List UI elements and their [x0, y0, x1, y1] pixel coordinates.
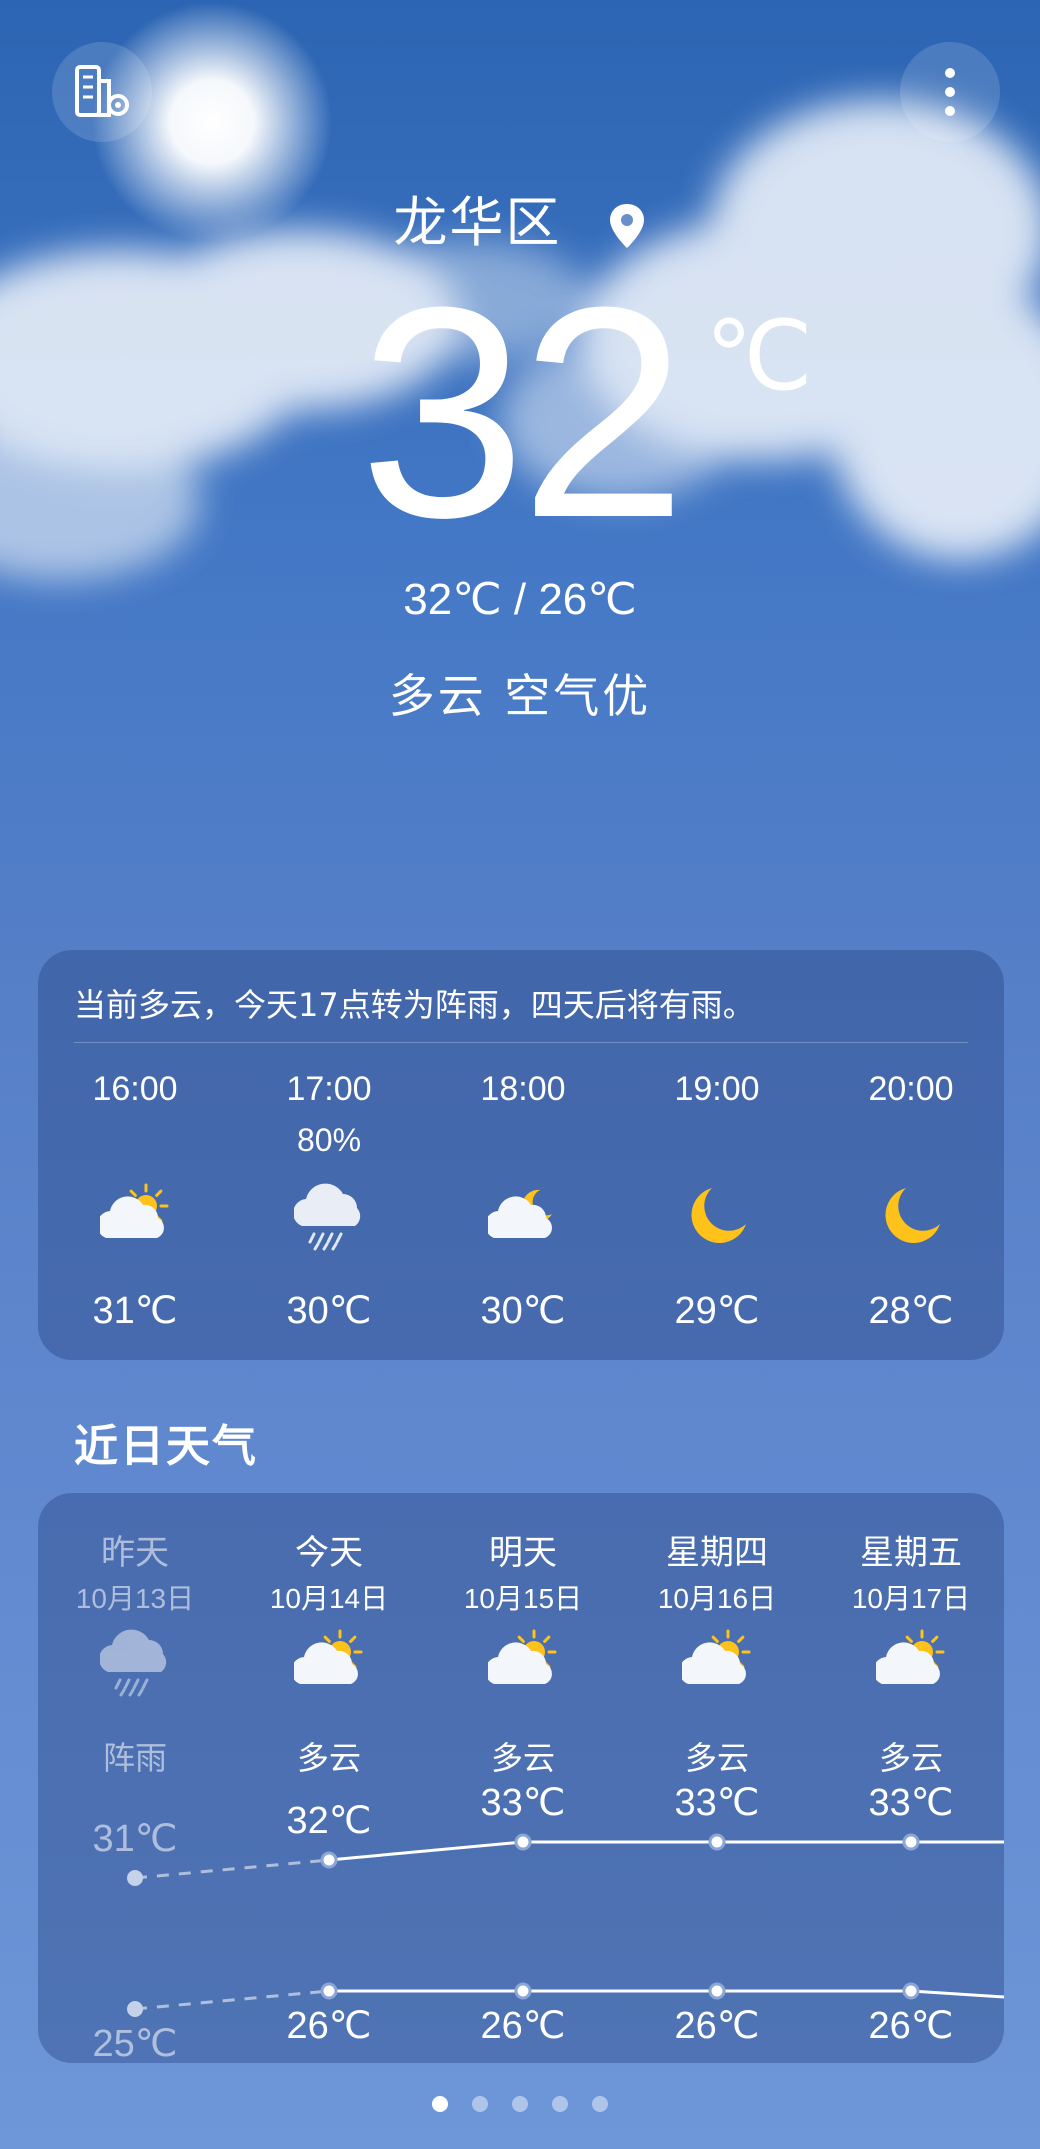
low-point [320, 1982, 338, 2000]
page-dot[interactable] [432, 2096, 448, 2112]
hour-temp: 28℃ [868, 1290, 954, 1332]
hour-time: 19:00 [674, 1070, 760, 1108]
city-manage-button[interactable] [52, 42, 152, 142]
divider [74, 1042, 968, 1043]
low-point [708, 1982, 726, 2000]
hour-time: 20:00 [868, 1070, 954, 1108]
low-temp: 26℃ [674, 2005, 760, 2047]
temperature-trend-chart [127, 1833, 1004, 2017]
hour-temp: 30℃ [480, 1290, 566, 1332]
page-indicator [0, 2096, 1040, 2116]
recent-weather-title: 近日天气 [74, 1421, 258, 1472]
high-temp: 32℃ [286, 1800, 372, 1842]
moon-icon [682, 1182, 752, 1252]
partly-cloudy-day-icon [97, 1182, 170, 1252]
current-temperature: 32 [359, 244, 687, 580]
high-point [320, 1851, 338, 1869]
temperature-unit: ℃ [705, 303, 813, 410]
more-vertical-icon [945, 68, 955, 116]
low-temp: 25℃ [92, 2023, 178, 2063]
building-gear-icon [75, 65, 129, 117]
partly-cloudy-night-icon [485, 1182, 558, 1252]
high-point [708, 1833, 726, 1851]
hour-time: 17:00 [286, 1070, 372, 1108]
more-options-button[interactable] [900, 42, 1000, 142]
low-point [514, 1982, 532, 2000]
precip-chance: 80% [296, 1122, 362, 1158]
high-temp: 33℃ [480, 1782, 566, 1824]
hour-time: 18:00 [480, 1070, 566, 1108]
high-point [902, 1833, 920, 1851]
high-temp: 33℃ [674, 1782, 760, 1824]
hour-time: 16:00 [92, 1070, 178, 1108]
high-trend-line [328, 1840, 1004, 1862]
low-temp: 26℃ [286, 2005, 372, 2047]
hour-temp: 31℃ [92, 1290, 178, 1332]
hourly-forecast-card[interactable]: 当前多云，今天17点转为阵雨，四天后将有雨。 16:00 31℃ 17:00 80… [38, 950, 1004, 1360]
high-trend-past [134, 1858, 330, 1880]
forecast-summary: 当前多云，今天17点转为阵雨，四天后将有雨。 [74, 986, 755, 1024]
current-condition: 多云 空气优 [388, 669, 652, 723]
low-point [127, 2001, 143, 2017]
hour-temp: 30℃ [286, 1290, 372, 1332]
page-dot[interactable] [592, 2096, 608, 2112]
low-point [902, 1982, 920, 2000]
daily-forecast-card[interactable]: 昨天 10月13日 阵雨 今天 10月14日 多云 明天 10月15日 多云 星期四 … [38, 1493, 1004, 2063]
page-dot[interactable] [472, 2096, 488, 2112]
page-dot[interactable] [512, 2096, 528, 2112]
hour-temp: 29℃ [674, 1290, 760, 1332]
high-point [514, 1833, 532, 1851]
page-dot[interactable] [552, 2096, 568, 2112]
high-temp: 33℃ [868, 1782, 954, 1824]
low-temp: 26℃ [480, 2005, 566, 2047]
rain-cloud-icon [293, 1182, 364, 1252]
high-temp: 31℃ [92, 1818, 178, 1860]
today-temp-range: 32℃ / 26℃ [403, 575, 637, 624]
moon-icon [876, 1182, 946, 1252]
low-temp: 26℃ [868, 2005, 954, 2047]
high-point [127, 1870, 143, 1886]
